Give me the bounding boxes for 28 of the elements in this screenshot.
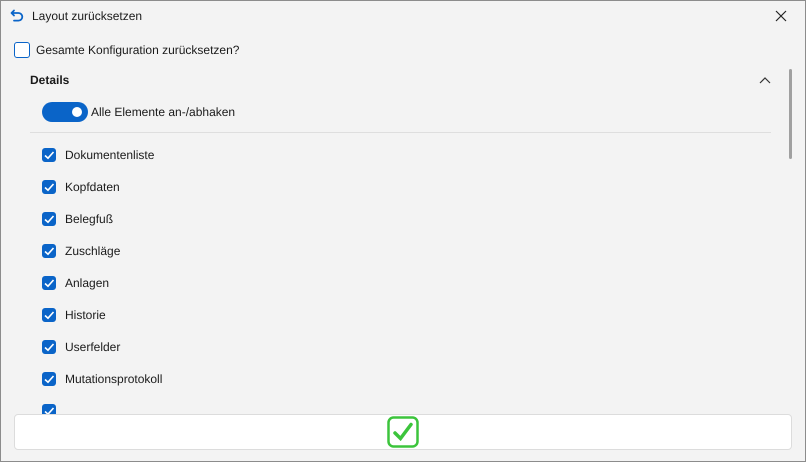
checkbox-label: Dokumentenliste <box>65 148 154 162</box>
checkbox-label: Historie <box>65 308 106 322</box>
checkbox-label: Anlagen <box>65 276 110 290</box>
toggle-switch[interactable] <box>42 102 88 122</box>
checkbox[interactable] <box>42 244 56 258</box>
check-icon <box>387 416 419 448</box>
window-title: Layout zurücksetzen <box>32 9 144 23</box>
checkbox[interactable] <box>14 42 30 58</box>
toggle-label: Alle Elemente an-/abhaken <box>91 105 236 119</box>
chevron-icon[interactable] <box>759 76 771 84</box>
checkbox[interactable] <box>42 372 56 386</box>
checkbox[interactable] <box>42 308 56 322</box>
checkbox-label: Belegfuß <box>65 212 114 226</box>
checkbox-label: Mutationsprotokoll <box>65 372 162 386</box>
checkbox[interactable] <box>42 212 56 226</box>
checkbox-label: Userfelder <box>65 340 120 354</box>
checkbox[interactable] <box>42 276 56 290</box>
close-icon[interactable] <box>775 10 787 22</box>
scrollbar-thumb[interactable] <box>789 69 792 159</box>
checkbox[interactable] <box>42 180 56 194</box>
checkbox-label: Kopfdaten <box>65 180 120 194</box>
checkbox[interactable] <box>42 148 56 162</box>
checkbox[interactable] <box>42 404 56 414</box>
back-arrow-icon[interactable] <box>10 9 24 23</box>
checkbox[interactable] <box>42 340 56 354</box>
checkbox-label: Gesamte Konfiguration zurücksetzen? <box>36 43 240 57</box>
checkbox-label: Zuschläge <box>65 244 120 258</box>
section-title: Details <box>30 73 70 87</box>
